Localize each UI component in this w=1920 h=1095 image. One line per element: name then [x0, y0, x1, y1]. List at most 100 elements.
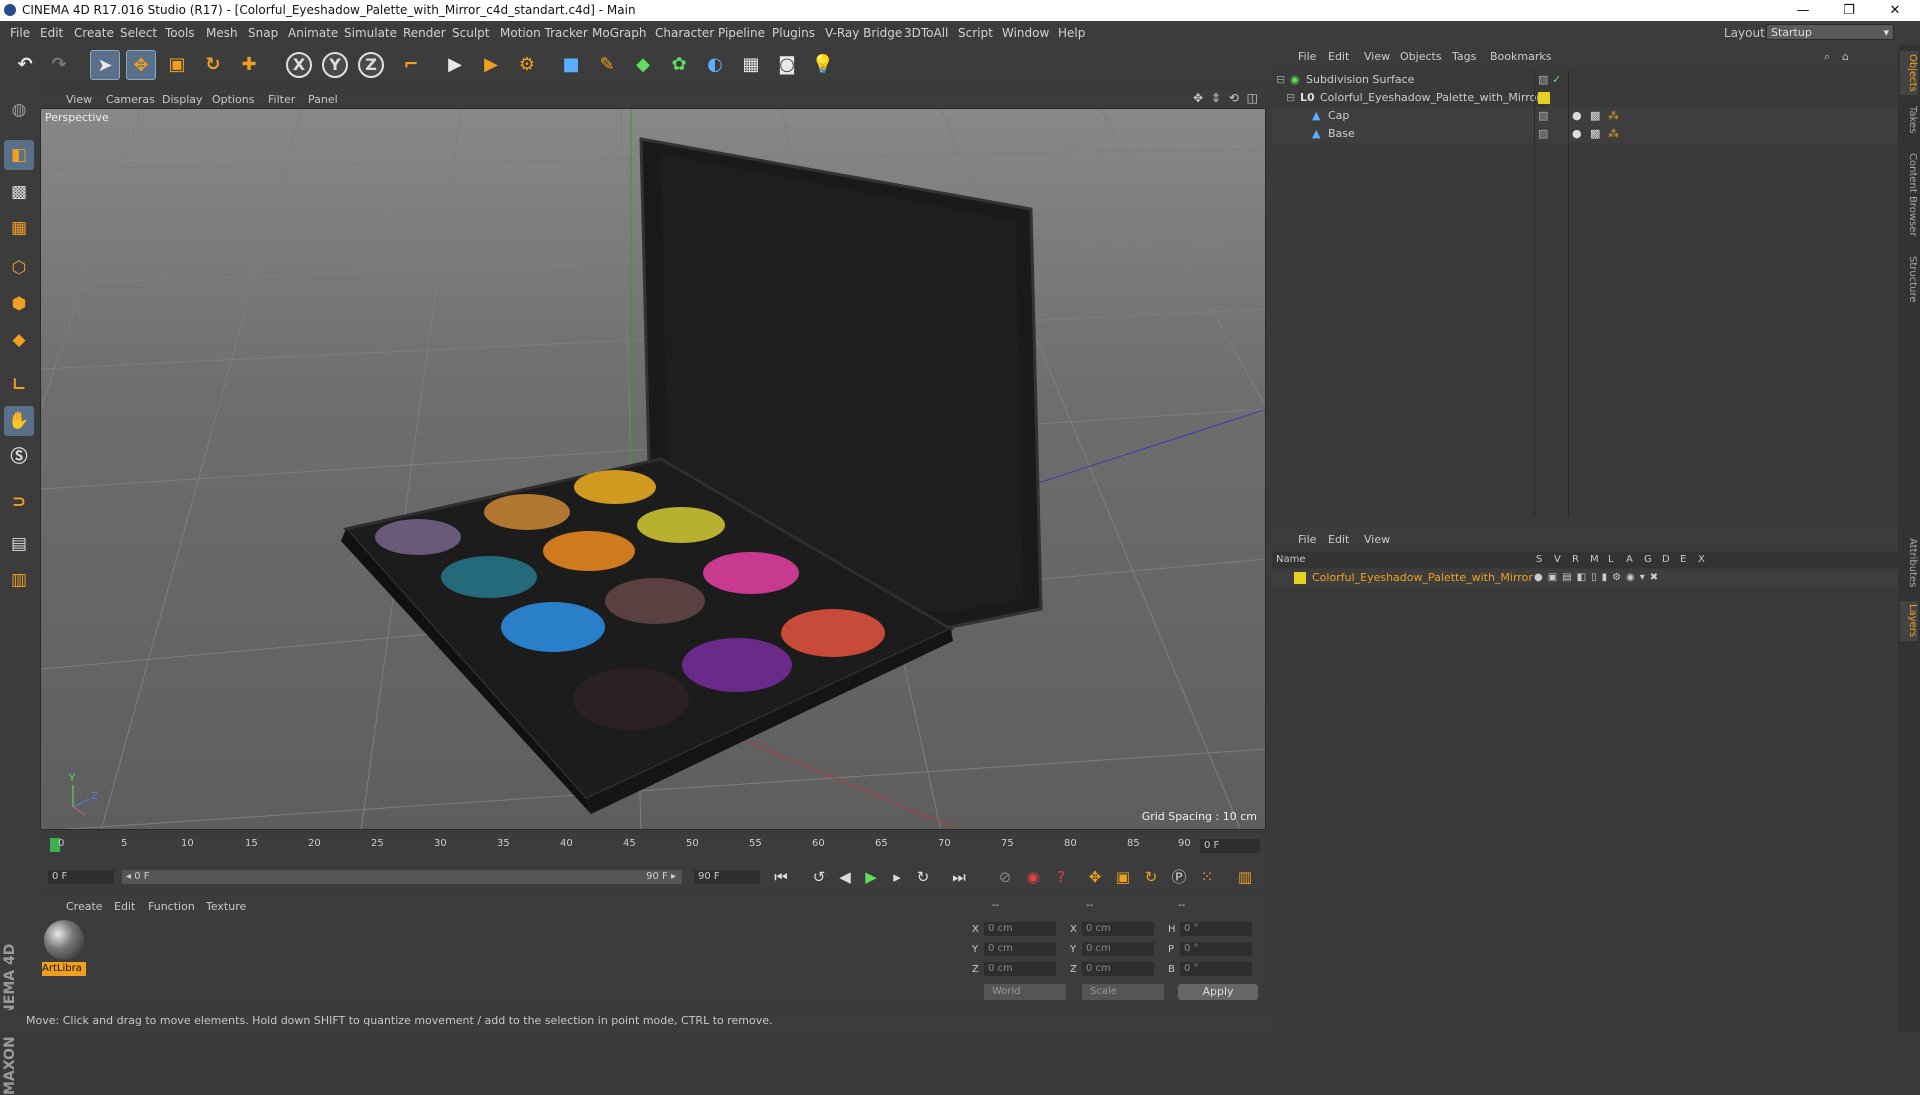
floor-object-button[interactable]: ▦	[736, 50, 766, 80]
menu-character[interactable]: Character	[655, 26, 714, 40]
col-render[interactable]: R	[1572, 552, 1579, 568]
menu-select[interactable]: Select	[120, 26, 157, 40]
material-preview-ball[interactable]	[44, 920, 84, 960]
menu-snap[interactable]: Snap	[248, 26, 278, 40]
y-axis-button[interactable]: Y	[322, 52, 348, 78]
position-x-field[interactable]: 0 cm	[984, 922, 1056, 936]
points-mode-icon[interactable]: ⬡	[4, 253, 34, 283]
material-tag-icon[interactable]: ●	[1572, 107, 1582, 125]
go-to-start-icon[interactable]: ⏮	[770, 866, 792, 888]
deformer-button[interactable]: ◐	[700, 50, 730, 80]
column-divider[interactable]	[1534, 71, 1535, 517]
col-manager[interactable]: M	[1590, 552, 1599, 568]
snapping-icon[interactable]: Ⓢ	[4, 442, 34, 472]
viewport-navigation-icons[interactable]: ✥ ⇕ ⟲ ◫	[1193, 91, 1260, 105]
key-rotation-icon[interactable]: ↻	[1140, 866, 1162, 888]
axis-mode-icon[interactable]: ∟	[4, 370, 34, 400]
redo-button[interactable]: ↷	[44, 50, 74, 80]
minimize-button[interactable]: —	[1780, 0, 1826, 21]
start-frame-field[interactable]: 0 F	[48, 870, 114, 884]
menu-tools[interactable]: Tools	[165, 26, 195, 40]
object-row[interactable]: ▲ Base ▨ ● ▩ ⁂	[1272, 125, 1898, 143]
tweak-mode-icon[interactable]: ✋	[4, 406, 34, 436]
menu-mesh[interactable]: Mesh	[206, 26, 238, 40]
camera-object-button[interactable]: ◙	[772, 50, 802, 80]
go-to-end-icon[interactable]: ⏭	[948, 866, 970, 888]
material-tag-icon[interactable]: ●	[1572, 125, 1582, 143]
mat-menu-function[interactable]: Function	[148, 900, 195, 913]
checkmark-icon[interactable]: ✓	[1552, 71, 1561, 89]
close-button[interactable]: ✕	[1872, 0, 1918, 21]
collapse-icon[interactable]: ⊟	[1276, 71, 1285, 89]
vp-menu-options[interactable]: Options	[212, 93, 254, 106]
tab-structure[interactable]: Structure	[1900, 251, 1918, 307]
rotation-b-field[interactable]: 0 °	[1180, 962, 1252, 976]
position-y-field[interactable]: 0 cm	[984, 942, 1056, 956]
size-y-field[interactable]: 0 cm	[1082, 942, 1154, 956]
col-deformers[interactable]: D	[1662, 552, 1670, 568]
planar-workplane-icon[interactable]: ▥	[4, 565, 34, 595]
vp-menu-filter[interactable]: Filter	[268, 93, 295, 106]
layer-flag-icons[interactable]: ●▣▤◧▯▮⚙◉▾✖	[1534, 570, 1663, 586]
lm-menu-edit[interactable]: Edit	[1328, 533, 1349, 546]
col-name[interactable]: Name	[1276, 552, 1306, 568]
render-settings-button[interactable]: ⚙	[512, 50, 542, 80]
scale-tool-button[interactable]: ▣	[162, 50, 192, 80]
menu-vray-bridge[interactable]: V-Ray Bridge	[825, 26, 902, 40]
column-divider[interactable]	[1568, 71, 1569, 517]
make-editable-icon[interactable]: ◍	[4, 95, 34, 125]
coordinate-space-select[interactable]: World	[984, 984, 1066, 1000]
col-generators[interactable]: G	[1644, 552, 1652, 568]
col-animation[interactable]: A	[1626, 552, 1633, 568]
lm-menu-file[interactable]: File	[1298, 533, 1316, 546]
menu-create[interactable]: Create	[74, 26, 114, 40]
layer-color-icon[interactable]	[1538, 92, 1550, 104]
om-menu-tags[interactable]: Tags	[1452, 50, 1476, 63]
object-row[interactable]: ⊟ ◉ Subdivision Surface ▨ ✓	[1272, 71, 1898, 89]
autokeying-icon[interactable]: ?	[1050, 866, 1072, 888]
col-expressions[interactable]: E	[1680, 552, 1686, 568]
size-mode-select[interactable]: Scale	[1082, 984, 1164, 1000]
record-active-objects-icon[interactable]: ◉	[1022, 866, 1044, 888]
om-menu-view[interactable]: View	[1364, 50, 1390, 63]
menu-motion-tracker[interactable]: Motion Tracker	[500, 26, 588, 40]
render-to-picture-viewer-button[interactable]: ▶	[476, 50, 506, 80]
edges-mode-icon[interactable]: ⬢	[4, 289, 34, 319]
x-axis-button[interactable]: X	[286, 52, 312, 78]
model-mode-icon[interactable]: ◧	[4, 140, 34, 170]
record-disabled-icon[interactable]: ⊘	[994, 866, 1016, 888]
texture-tag-icon[interactable]: ▩	[1590, 125, 1600, 143]
rotation-h-field[interactable]: 0 °	[1180, 922, 1252, 936]
next-frame-icon[interactable]: ▸	[886, 866, 908, 888]
coordinate-system-button[interactable]: ⌐	[396, 50, 426, 80]
z-axis-button[interactable]: Z	[358, 52, 384, 78]
undo-button[interactable]: ↶	[10, 50, 40, 80]
select-tool-button[interactable]: ➤	[90, 50, 120, 80]
end-frame-field[interactable]: 90 F	[694, 870, 760, 884]
col-view[interactable]: V	[1554, 552, 1561, 568]
next-key-icon[interactable]: ↻	[912, 866, 934, 888]
layout-select[interactable]: Startup ▾	[1766, 24, 1894, 40]
previous-frame-icon[interactable]: ◀	[834, 866, 856, 888]
selection-tag-icon[interactable]: ⁂	[1608, 107, 1619, 125]
light-object-button[interactable]: 💡	[808, 50, 838, 80]
tab-content-browser[interactable]: Content Browser	[1900, 145, 1918, 245]
timeline[interactable]: 0 5 10 15 20 25 30 35 40 45 50 55 60 65 …	[38, 834, 1266, 860]
menu-3dtoall[interactable]: 3DToAll	[904, 26, 948, 40]
object-row[interactable]: ⊟ L0 Colorful_Eyeshadow_Palette_with_Mir…	[1272, 89, 1898, 107]
timeline-window-icon[interactable]: ▥	[1234, 866, 1256, 888]
key-parameter-icon[interactable]: Ⓟ	[1168, 866, 1190, 888]
material-name-label[interactable]: ArtLibra	[42, 962, 86, 976]
menu-file[interactable]: File	[10, 26, 30, 40]
layer-color-icon[interactable]	[1294, 572, 1306, 584]
size-z-field[interactable]: 0 cm	[1082, 962, 1154, 976]
key-pla-icon[interactable]: ⁙	[1196, 866, 1218, 888]
tab-attributes[interactable]: Attributes	[1900, 531, 1918, 595]
col-xref[interactable]: X	[1698, 552, 1705, 568]
menu-edit[interactable]: Edit	[40, 26, 63, 40]
preview-range-slider[interactable]: ◂ 0 F 90 F ▸	[122, 870, 682, 884]
position-z-field[interactable]: 0 cm	[984, 962, 1056, 976]
vp-menu-panel[interactable]: Panel	[308, 93, 338, 106]
object-row[interactable]: ▲ Cap ▨ ● ▩ ⁂	[1272, 107, 1898, 125]
menu-help[interactable]: Help	[1058, 26, 1085, 40]
